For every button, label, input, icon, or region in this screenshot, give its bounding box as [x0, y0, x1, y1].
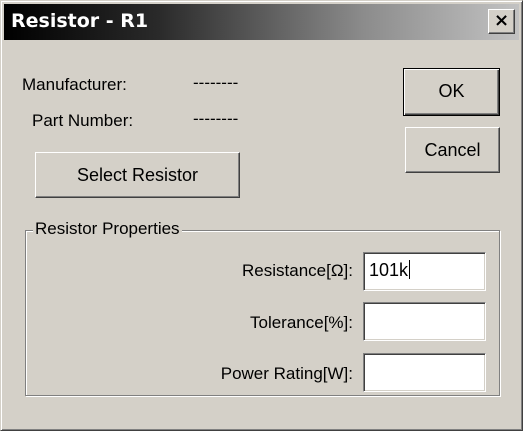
part-number-label: Part Number: [32, 111, 134, 130]
select-resistor-button[interactable]: Select Resistor [35, 152, 240, 198]
resistor-dialog: Resistor - R1 × Manufacturer: -------- P… [0, 0, 523, 431]
resistance-input[interactable]: 101k [363, 252, 486, 291]
ok-button[interactable]: OK [403, 68, 500, 116]
manufacturer-label: Manufacturer: [22, 75, 127, 94]
close-button[interactable]: × [488, 9, 515, 34]
tolerance-label: Tolerance[%]: [250, 313, 353, 332]
power-rating-input[interactable] [363, 353, 486, 392]
part-number-value: -------- [193, 109, 239, 128]
resistance-value: 101k [369, 260, 409, 280]
title-bar[interactable]: Resistor - R1 × [4, 4, 519, 40]
tolerance-input[interactable] [363, 302, 486, 341]
text-caret [409, 260, 411, 279]
resistance-label: Resistance[Ω]: [242, 261, 353, 280]
resistor-properties-title: Resistor Properties [33, 219, 182, 239]
dialog-title: Resistor - R1 [11, 10, 149, 32]
power-rating-label: Power Rating[W]: [220, 364, 353, 383]
manufacturer-value: -------- [193, 73, 239, 92]
close-icon: × [493, 10, 510, 31]
cancel-button[interactable]: Cancel [405, 127, 500, 173]
